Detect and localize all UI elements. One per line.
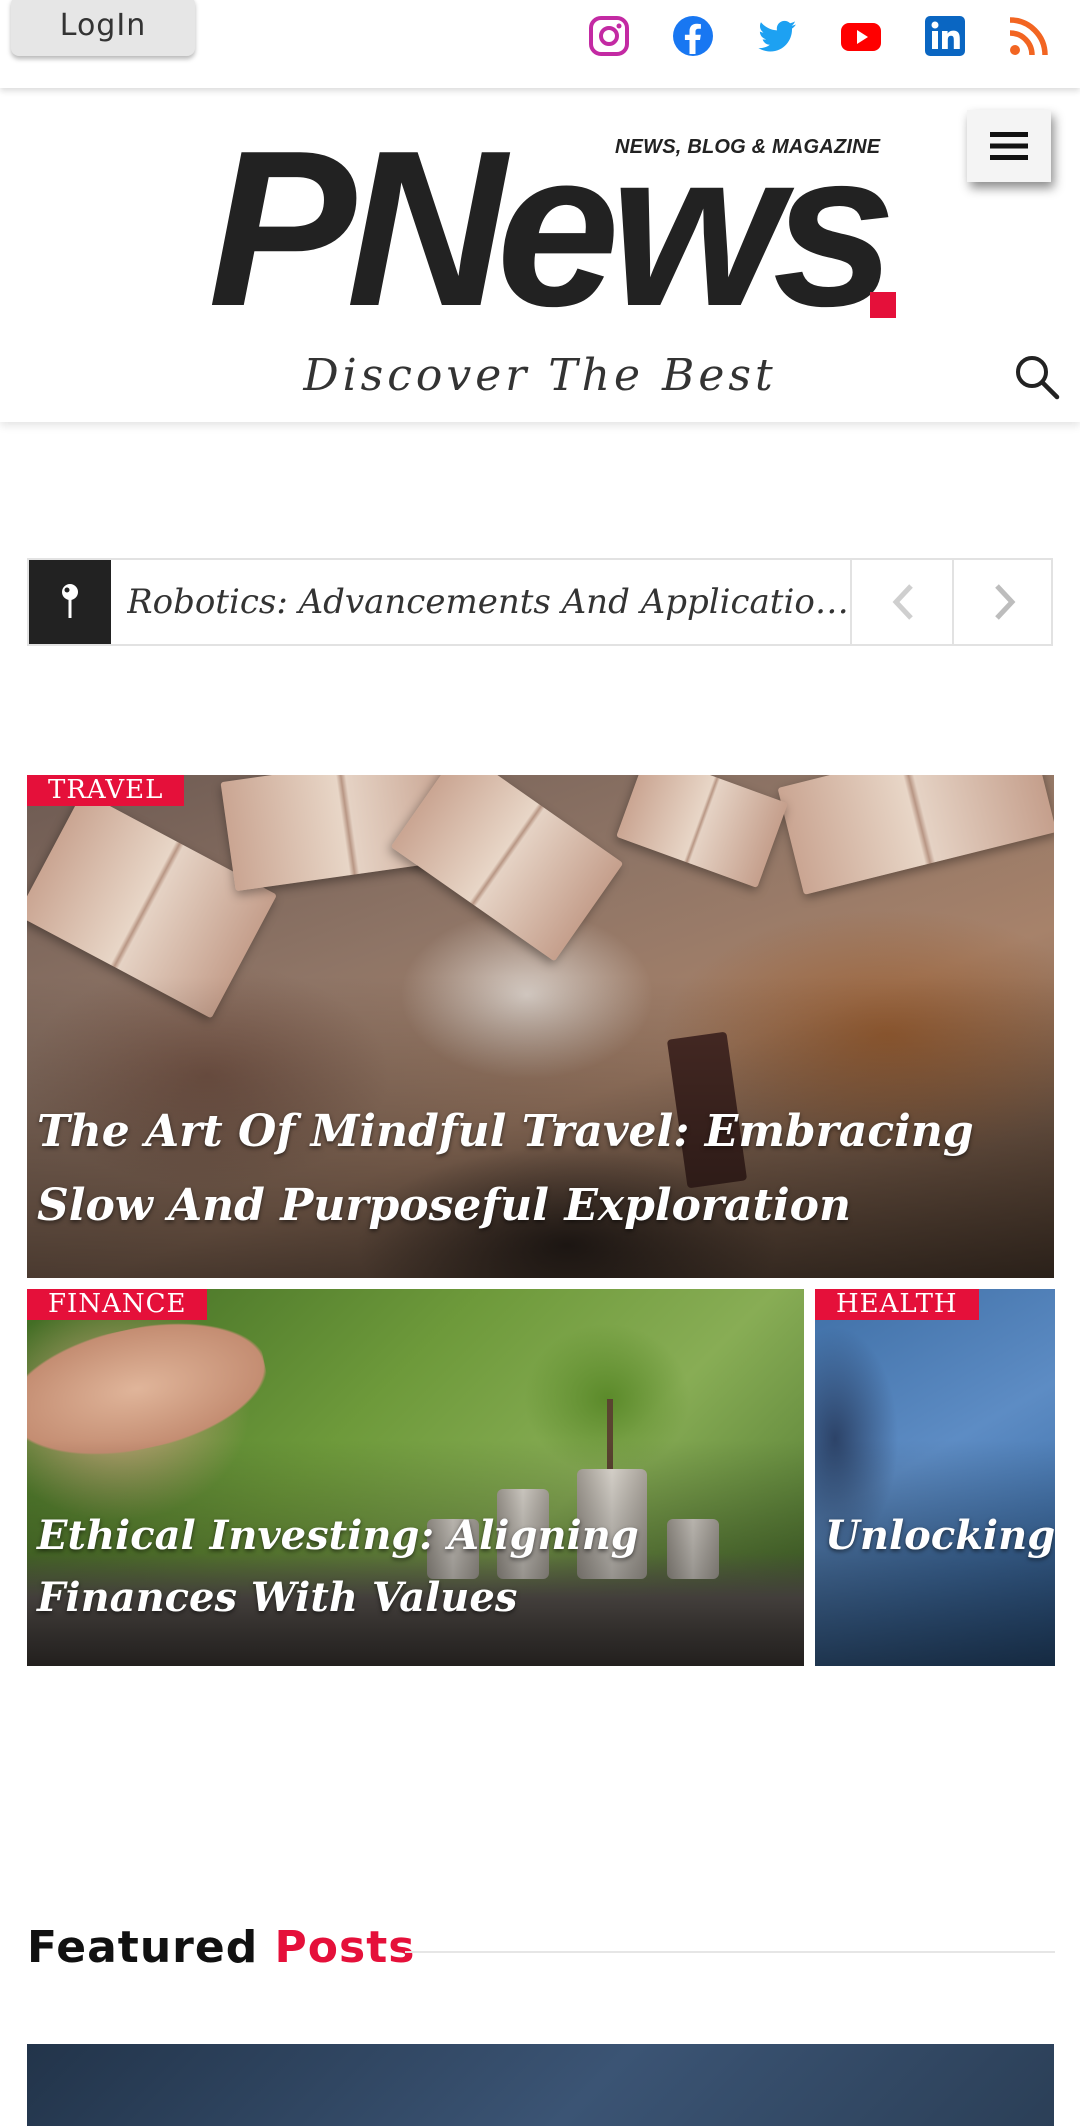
news-ticker: Robotics: Advancements And Applications <box>27 558 1053 646</box>
facebook-icon[interactable] <box>671 14 715 58</box>
instagram-icon[interactable] <box>587 14 631 58</box>
chevron-left-icon <box>892 584 913 620</box>
rss-icon[interactable] <box>1007 14 1051 58</box>
youtube-icon[interactable] <box>839 14 883 58</box>
top-bar: LogIn <box>0 0 1080 88</box>
chevron-right-icon <box>995 584 1016 620</box>
section-divider <box>405 1951 1055 1953</box>
featured-post-image[interactable] <box>27 2044 1054 2126</box>
post-title[interactable]: Ethical Investing: Aligning Finances Wit… <box>37 1505 797 1629</box>
section-title-accent: Posts <box>274 1922 416 1973</box>
category-badge[interactable]: HEALTH <box>815 1289 979 1320</box>
site-slogan: Discover The Best <box>303 350 777 401</box>
post-title[interactable]: Unlocking E… Of Sleep <box>825 1505 1055 1567</box>
section-title-featured: Featured Posts <box>27 1922 415 1973</box>
ticker-prev-button[interactable] <box>850 560 954 644</box>
menu-button[interactable] <box>967 110 1051 182</box>
post-title[interactable]: The Art Of Mindful Travel: Embracing Slo… <box>37 1095 1047 1243</box>
search-icon[interactable] <box>1012 352 1062 402</box>
pin-icon <box>29 560 111 644</box>
site-header: NEWS, BLOG & MAGAZINE PNews Discover The… <box>0 88 1080 422</box>
twitter-icon[interactable] <box>755 14 799 58</box>
login-button[interactable]: LogIn <box>11 0 195 56</box>
category-badge[interactable]: TRAVEL <box>27 775 185 806</box>
ticker-next-button[interactable] <box>952 560 1056 644</box>
logo-dot <box>870 292 896 318</box>
post-card-travel[interactable]: TRAVEL The Art Of Mindful Travel: Embrac… <box>27 775 1054 1278</box>
hamburger-icon <box>990 132 1028 160</box>
linkedin-icon[interactable] <box>923 14 967 58</box>
post-card-finance[interactable]: FINANCE Ethical Investing: Aligning Fina… <box>27 1289 804 1666</box>
section-title-main: Featured <box>27 1922 259 1973</box>
ticker-headline[interactable]: Robotics: Advancements And Applications <box>127 560 852 644</box>
site-logo[interactable]: PNews <box>208 118 896 340</box>
category-badge[interactable]: FINANCE <box>27 1289 208 1320</box>
post-card-health[interactable]: HEALTH Unlocking E… Of Sleep <box>815 1289 1055 1666</box>
